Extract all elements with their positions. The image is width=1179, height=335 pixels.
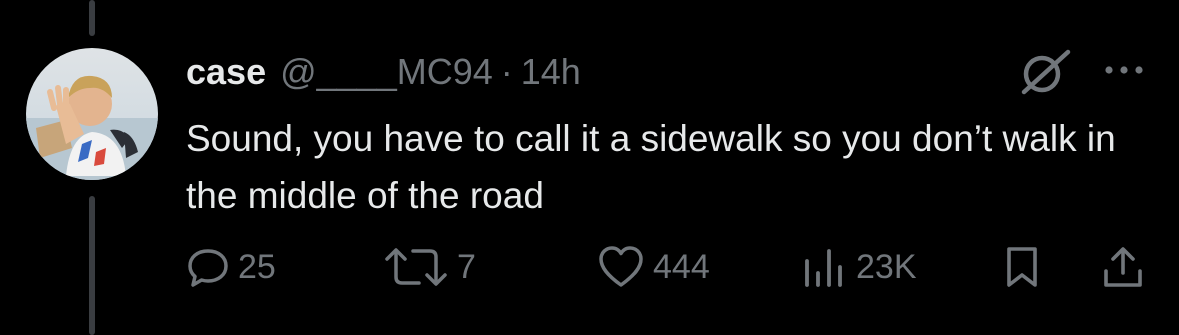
more-dots-icon[interactable]	[1102, 60, 1146, 80]
heart-icon	[599, 246, 643, 287]
user-handle[interactable]: @____MC94	[280, 50, 493, 94]
repost-arrows-icon	[385, 248, 447, 286]
like-count: 444	[653, 247, 710, 286]
avatar[interactable]	[26, 48, 158, 180]
tweet-text: Sound, you have to call it a sidewalk so…	[186, 118, 1116, 216]
repost-count: 7	[457, 247, 476, 286]
reply-bubble-icon	[188, 249, 228, 287]
bookmark-button[interactable]	[1002, 240, 1042, 294]
timestamp[interactable]: 14h	[521, 50, 581, 94]
view-count: 23K	[856, 247, 917, 286]
share-icon	[1104, 247, 1142, 287]
share-button[interactable]	[1101, 240, 1145, 294]
thread-line-bottom	[89, 196, 95, 335]
reply-button[interactable]: 25	[186, 240, 276, 294]
reply-count: 25	[238, 247, 276, 286]
display-name[interactable]: case	[186, 50, 266, 94]
bookmark-icon	[1007, 247, 1037, 287]
separator-dot: ·	[500, 51, 513, 92]
like-button[interactable]: 444	[597, 240, 710, 294]
repost-button[interactable]: 7	[383, 240, 476, 294]
views-bars-icon	[805, 249, 842, 287]
grok-icon[interactable]	[1018, 48, 1072, 96]
views-button[interactable]: 23K	[800, 240, 917, 294]
thread-line-top	[89, 0, 95, 36]
tweet-header: case @____MC94 · 14h	[186, 50, 581, 94]
avatar-photo	[26, 48, 158, 180]
